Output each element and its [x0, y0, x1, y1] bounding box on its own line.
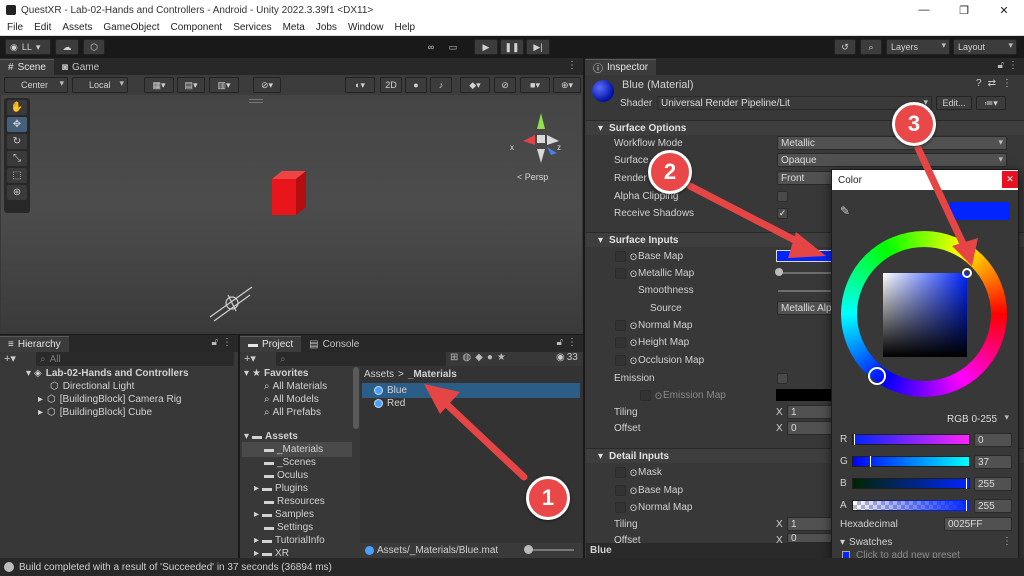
arrow-2-shaft [686, 182, 810, 250]
annotation-arrows [424, 144, 978, 481]
arrow-3-head [952, 238, 978, 266]
annotation-marker-3: 3 [892, 102, 936, 146]
annotation-marker-1: 1 [526, 476, 570, 520]
arrow-1-shaft [436, 394, 528, 481]
arrow-3-shaft [914, 144, 969, 252]
annotation-marker-2: 2 [648, 150, 692, 194]
